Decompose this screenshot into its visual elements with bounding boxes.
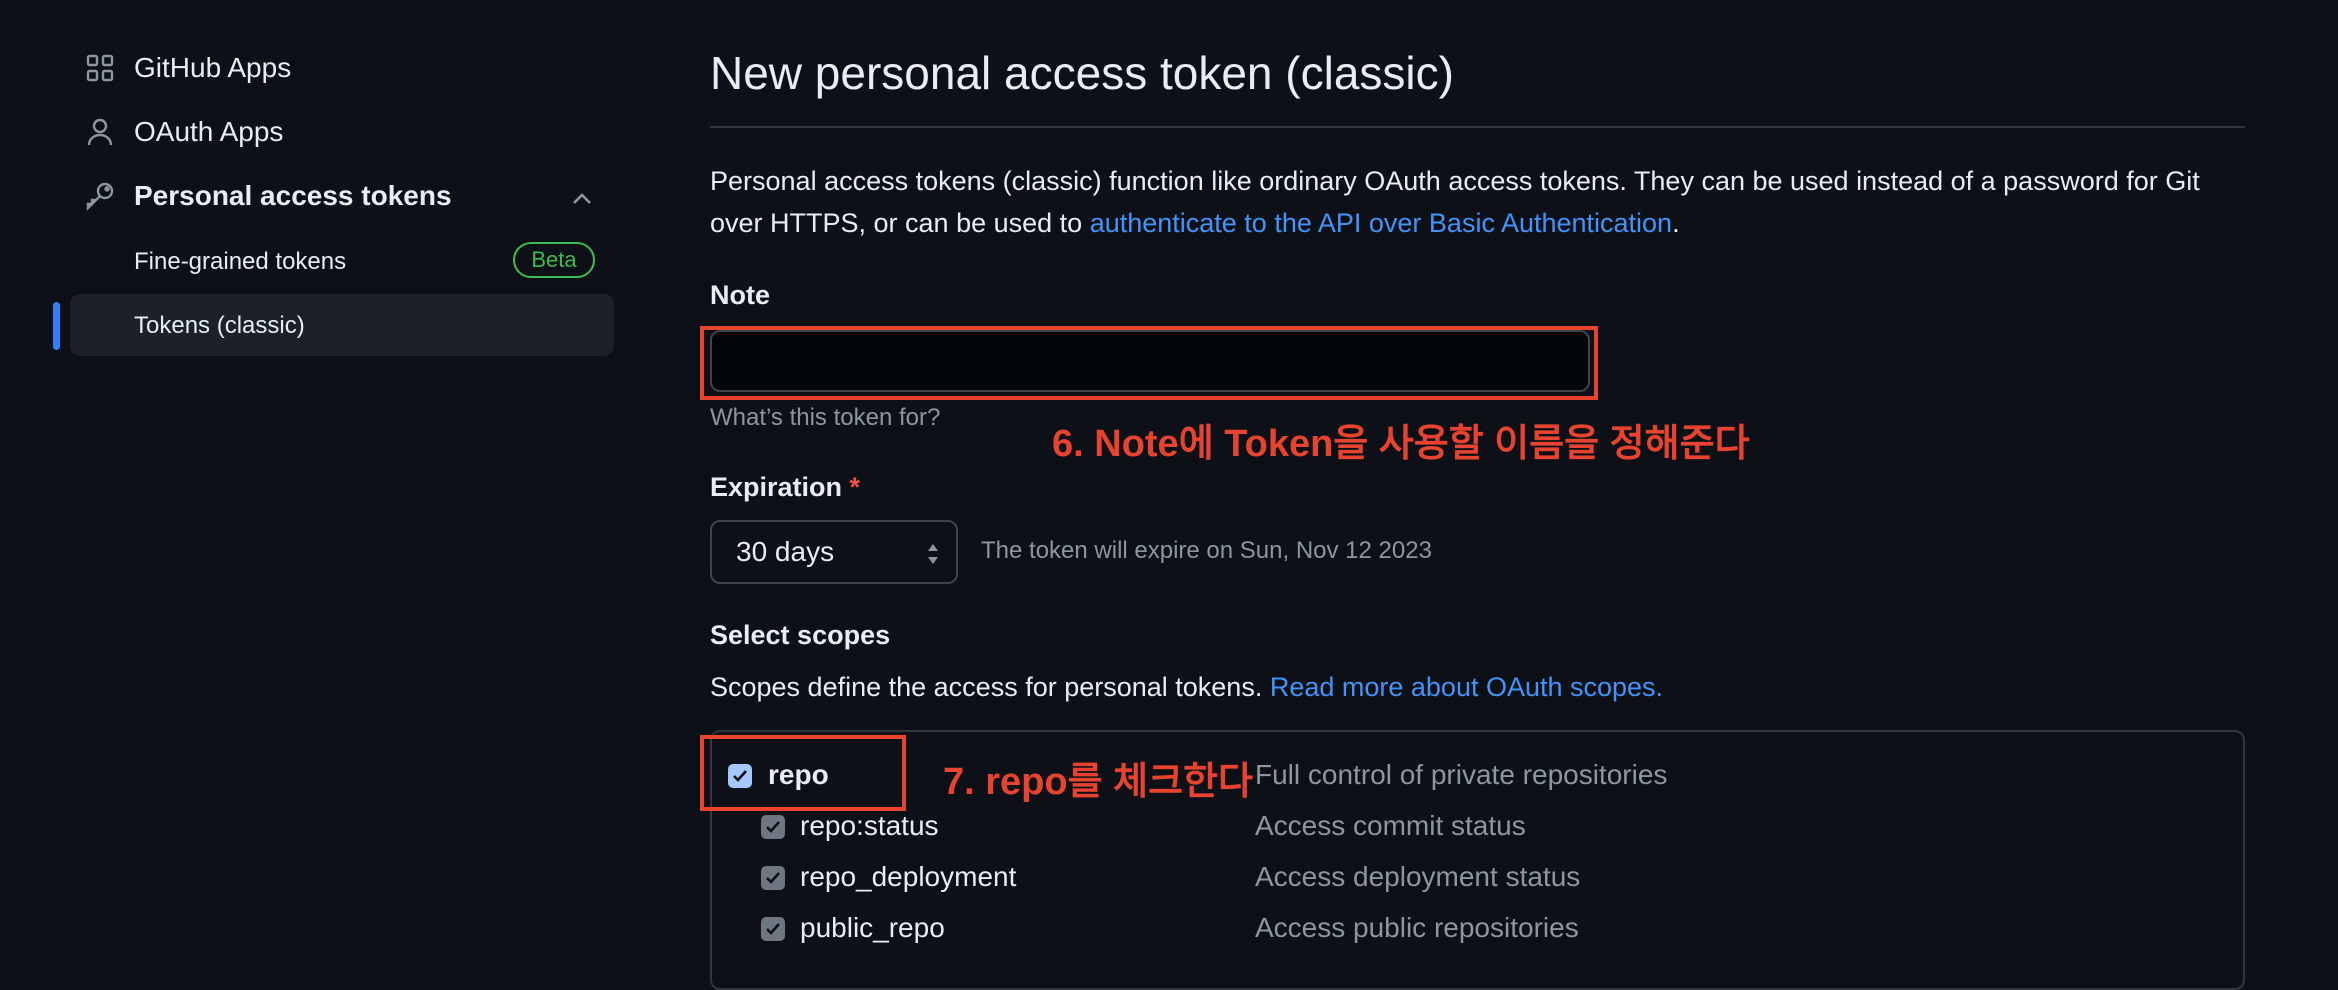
scope-name: public_repo bbox=[800, 912, 945, 943]
repo-status-checkbox[interactable] bbox=[761, 815, 785, 839]
sidebar-item-oauth-apps[interactable]: OAuth Apps bbox=[84, 116, 283, 148]
sidebar-subitem-fine-grained-tokens[interactable]: Fine-grained tokens bbox=[134, 248, 346, 276]
expiration-info: The token will expire on Sun, Nov 12 202… bbox=[981, 537, 1432, 564]
scope-description: Access public repositories bbox=[1255, 912, 1579, 943]
page-description: Personal access tokens (classic) functio… bbox=[710, 166, 2200, 238]
repo-deployment-checkbox[interactable] bbox=[761, 866, 785, 890]
note-label: Note bbox=[710, 280, 770, 310]
divider bbox=[710, 126, 2245, 128]
page-title: New personal access token (classic) bbox=[710, 47, 1454, 99]
repo-annotation-box bbox=[700, 735, 906, 811]
expiration-select[interactable]: 30 days bbox=[710, 520, 958, 584]
apps-grid-icon bbox=[84, 52, 116, 84]
sidebar-item-github-apps[interactable]: GitHub Apps bbox=[84, 52, 291, 84]
scope-description: Full control of private repositories bbox=[1255, 759, 1668, 790]
basic-auth-link[interactable]: authenticate to the API over Basic Authe… bbox=[1090, 208, 1672, 238]
selected-indicator bbox=[53, 302, 60, 350]
oauth-scopes-link[interactable]: Read more about OAuth scopes. bbox=[1270, 672, 1663, 702]
scope-description: Access commit status bbox=[1255, 810, 1526, 841]
sidebar-item-personal-access-tokens[interactable]: Personal access tokens bbox=[84, 180, 452, 212]
repo-annotation-text: 7. repo를 체크한다 bbox=[943, 761, 1253, 803]
scope-name: repo:status bbox=[800, 810, 939, 841]
key-icon bbox=[84, 180, 116, 212]
sidebar-subitem-label: Tokens (classic) bbox=[134, 312, 305, 339]
sidebar-item-label: Personal access tokens bbox=[134, 180, 452, 211]
note-annotation-box bbox=[700, 326, 1598, 400]
expiration-label: Expiration * bbox=[710, 472, 861, 502]
required-mark: * bbox=[849, 472, 861, 502]
note-annotation-text: 6. Note에 Token을 사용할 이름을 정해준다 bbox=[1052, 423, 1750, 465]
chevron-up-icon[interactable] bbox=[566, 183, 598, 215]
person-icon bbox=[84, 116, 116, 148]
note-hint: What’s this token for? bbox=[710, 404, 941, 431]
expiration-value: 30 days bbox=[736, 536, 835, 567]
sidebar-item-label: GitHub Apps bbox=[134, 52, 292, 83]
sidebar-item-label: OAuth Apps bbox=[134, 116, 284, 147]
beta-badge: Beta bbox=[513, 242, 595, 278]
scope-description: Access deployment status bbox=[1255, 861, 1581, 892]
scope-name: repo_deployment bbox=[800, 861, 1017, 892]
public-repo-checkbox[interactable] bbox=[761, 917, 785, 941]
scopes-label: Select scopes bbox=[710, 620, 891, 650]
select-arrows-icon bbox=[926, 541, 940, 567]
scopes-description: Scopes define the access for personal to… bbox=[710, 672, 1664, 702]
